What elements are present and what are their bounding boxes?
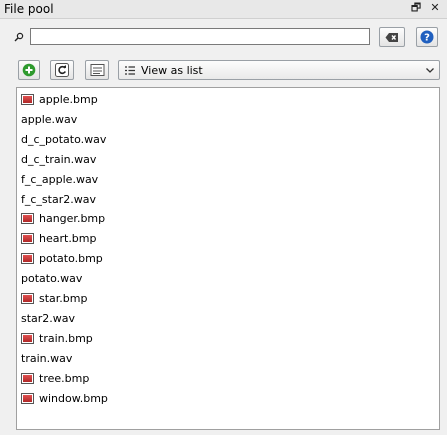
folder-icon (90, 64, 104, 76)
list-item[interactable]: train.wav (21, 350, 72, 367)
view-mode-label: View as list (141, 64, 203, 77)
panel-title: File pool (4, 2, 54, 16)
file-name: potato.bmp (39, 252, 103, 265)
list-item[interactable]: apple.wav (21, 111, 77, 128)
svg-text:?: ? (424, 33, 430, 44)
file-name: train.bmp (39, 332, 93, 345)
search-input[interactable] (30, 28, 370, 45)
file-list[interactable]: apple.bmp apple.wav d_c_potato.wav d_c_t… (16, 87, 440, 430)
file-name: heart.bmp (39, 232, 97, 245)
list-item[interactable]: star2.wav (21, 310, 75, 327)
backspace-icon (385, 32, 398, 42)
search-icon (14, 32, 24, 42)
image-file-icon (21, 373, 34, 384)
file-name: potato.wav (21, 272, 83, 285)
list-item[interactable]: tree.bmp (21, 370, 89, 387)
help-button[interactable]: ? (416, 27, 438, 47)
view-mode-select[interactable]: View as list (118, 60, 440, 80)
image-file-icon (21, 333, 34, 344)
image-file-icon (21, 393, 34, 404)
list-icon (125, 66, 135, 75)
refresh-icon (55, 63, 69, 77)
list-item[interactable]: apple.bmp (21, 91, 98, 108)
list-item[interactable]: f_c_apple.wav (21, 171, 98, 188)
list-item[interactable]: d_c_potato.wav (21, 131, 106, 148)
chevron-down-icon (426, 68, 434, 73)
add-icon (22, 63, 36, 77)
image-file-icon (21, 253, 34, 264)
image-file-icon (21, 213, 34, 224)
list-item[interactable]: d_c_train.wav (21, 151, 96, 168)
file-name: train.wav (21, 352, 73, 365)
file-name: d_c_train.wav (21, 153, 97, 166)
title-bar: File pool 🗗 ✕ (0, 0, 447, 19)
list-item[interactable]: f_c_star2.wav (21, 191, 96, 208)
file-name: window.bmp (39, 392, 108, 405)
help-icon: ? (420, 30, 434, 44)
image-file-icon (21, 293, 34, 304)
file-name: f_c_star2.wav (21, 193, 96, 206)
file-name: d_c_potato.wav (21, 133, 107, 146)
add-file-button[interactable] (18, 60, 40, 80)
refresh-button[interactable] (50, 60, 74, 80)
clear-search-button[interactable] (379, 27, 405, 47)
list-item[interactable]: window.bmp (21, 390, 108, 407)
list-item[interactable]: train.bmp (21, 330, 93, 347)
list-item[interactable]: potato.bmp (21, 250, 103, 267)
file-name: hanger.bmp (39, 212, 106, 225)
file-name: star.bmp (39, 292, 88, 305)
search-row: ? (0, 26, 447, 50)
file-name: apple.bmp (39, 93, 98, 106)
image-file-icon (21, 233, 34, 244)
list-item[interactable]: hanger.bmp (21, 210, 105, 227)
file-name: apple.wav (21, 113, 78, 126)
restore-icon[interactable]: 🗗 (409, 1, 423, 15)
file-name: star2.wav (21, 312, 76, 325)
file-name: tree.bmp (39, 372, 90, 385)
list-item[interactable]: heart.bmp (21, 230, 97, 247)
list-item[interactable]: star.bmp (21, 290, 87, 307)
folder-button[interactable] (85, 60, 109, 80)
file-name: f_c_apple.wav (21, 173, 99, 186)
close-icon[interactable]: ✕ (428, 1, 442, 15)
image-file-icon (21, 94, 34, 105)
toolbar: View as list (0, 58, 447, 82)
list-item[interactable]: potato.wav (21, 270, 82, 287)
